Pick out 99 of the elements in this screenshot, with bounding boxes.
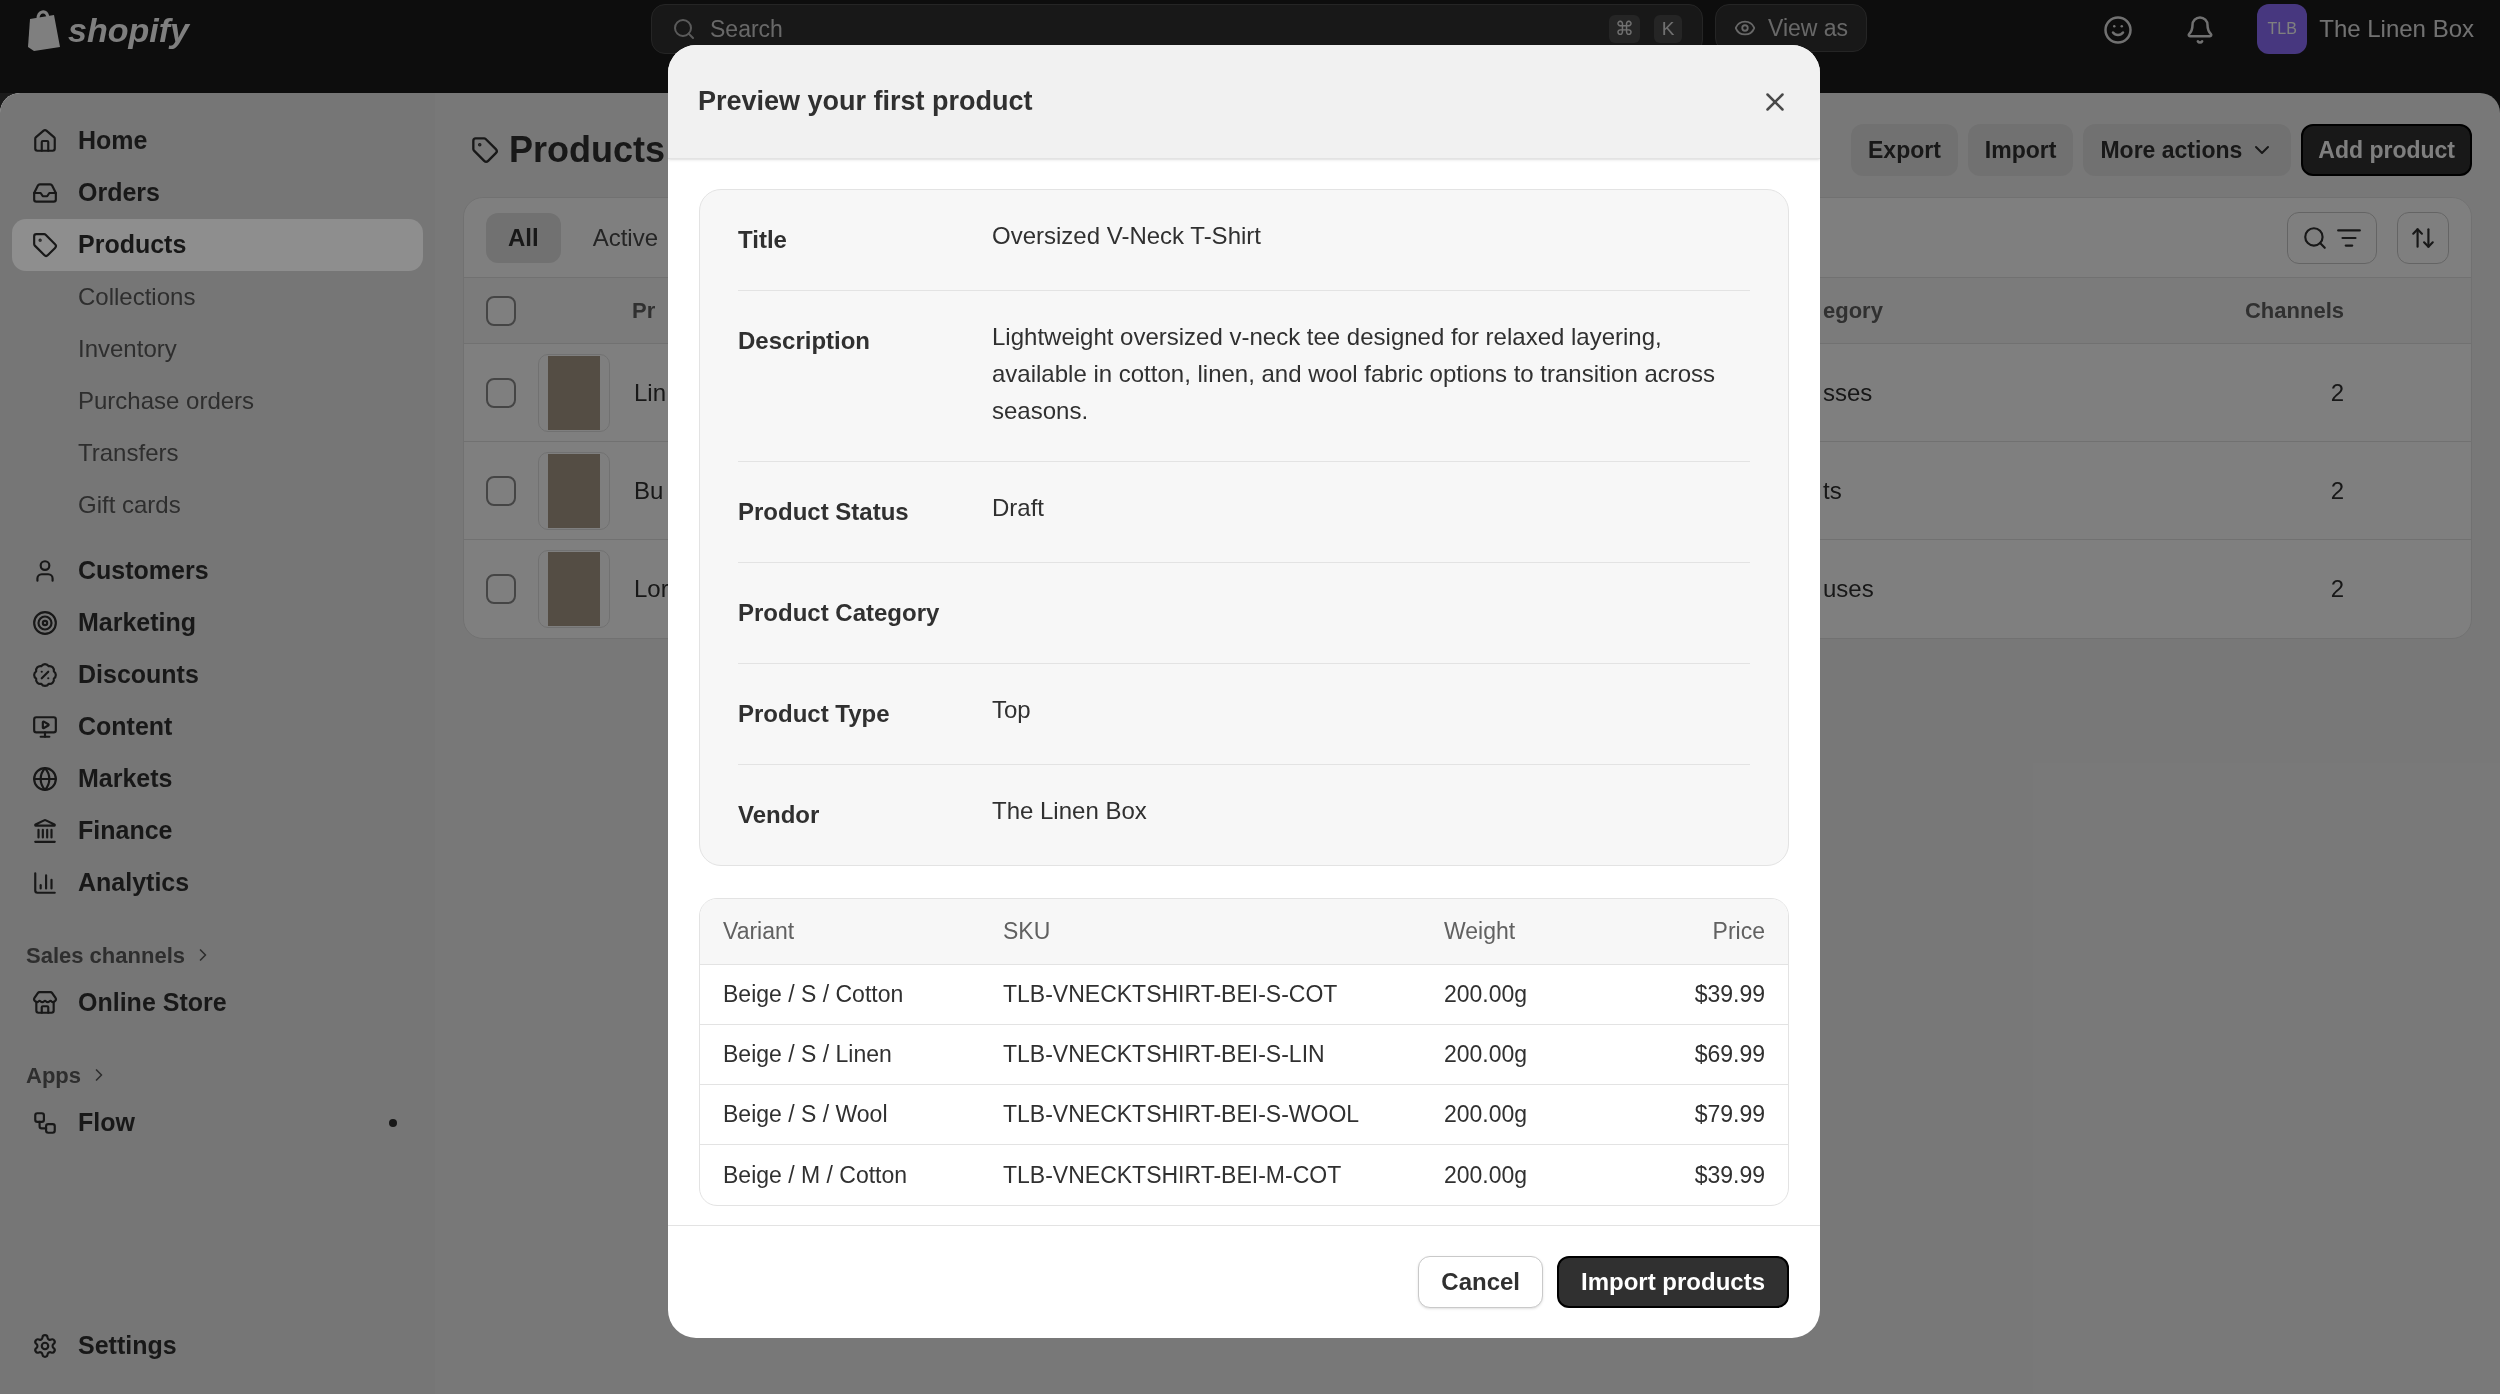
- sidebar-subitem[interactable]: Transfers: [12, 427, 423, 479]
- detail-label: Product Status: [738, 497, 910, 527]
- detail-label: Title: [738, 225, 788, 255]
- tag-icon: [471, 136, 499, 164]
- settings-item[interactable]: Settings: [12, 1320, 423, 1372]
- sidebar-item[interactable]: Customers: [12, 545, 423, 597]
- nav-icon: [32, 128, 58, 154]
- table-cell-text: 200.00g: [1444, 980, 1529, 1010]
- action-button[interactable]: Export: [1851, 124, 1958, 176]
- table-cell-text: 2: [2329, 475, 2345, 506]
- table-cell-text: 2: [2329, 574, 2345, 604]
- detail-value: The Linen Box: [992, 796, 1148, 826]
- detail-label: Vendor: [738, 800, 821, 830]
- search-input[interactable]: Search: [710, 14, 1595, 44]
- keyboard-key: K: [1654, 15, 1682, 43]
- nav-icon: [32, 870, 58, 896]
- table-cell-text: TLB-VNECKTSHIRT-BEI-S-WOOL: [1003, 1100, 1361, 1130]
- sidebar-item[interactable]: Marketing: [12, 597, 423, 649]
- detail-label: Product Category: [738, 598, 941, 628]
- search-filter-button[interactable]: [2287, 211, 2377, 264]
- sidebar-item[interactable]: Products: [12, 219, 423, 271]
- column-header: Price: [1711, 917, 1765, 947]
- nav-icon: [32, 990, 58, 1016]
- table-cell-text: 2: [2329, 377, 2345, 408]
- checkbox[interactable]: [486, 574, 516, 604]
- nav-icon: [32, 662, 58, 688]
- sidebar-item[interactable]: Discounts: [12, 649, 423, 701]
- column-header: SKU: [1003, 917, 1052, 947]
- face-icon[interactable]: [2103, 15, 2134, 45]
- nav-icon: [32, 714, 58, 740]
- table-cell-text: Beige / M / Cotton: [723, 1160, 909, 1190]
- sidebar-subitem[interactable]: Gift cards: [12, 479, 423, 531]
- table-cell-text: sses: [1823, 377, 1874, 408]
- search-icon: [672, 17, 696, 41]
- logo-wordmark: shopify: [68, 9, 189, 51]
- table-cell-text: Beige / S / Cotton: [723, 980, 905, 1010]
- table-cell-text: TLB-VNECKTSHIRT-BEI-M-COT: [1003, 1160, 1343, 1190]
- detail-label: Description: [738, 326, 872, 356]
- settings-icon: [32, 1333, 58, 1359]
- keyboard-key: ⌘: [1609, 15, 1640, 43]
- table-cell-text: 200.00g: [1444, 1040, 1529, 1070]
- store-avatar: TLB: [2257, 4, 2308, 54]
- detail-value: Top: [992, 695, 1032, 725]
- page-title: Products: [509, 128, 666, 172]
- column-header: Variant: [723, 917, 796, 947]
- table-cell-text: 200.00g: [1444, 1100, 1529, 1130]
- table-cell-text: $39.99: [1693, 1160, 1765, 1190]
- sidebar-item[interactable]: Home: [12, 115, 423, 167]
- store-menu[interactable]: TLB The Linen Box: [2257, 4, 2474, 54]
- detail-value: Draft: [992, 493, 1045, 523]
- table-cell-text: TLB-VNECKTSHIRT-BEI-S-LIN: [1003, 1040, 1326, 1070]
- checkbox[interactable]: [486, 475, 516, 506]
- sidebar-item[interactable]: Online Store: [12, 977, 423, 1029]
- filter-tab[interactable]: All: [486, 212, 561, 263]
- nav-icon: [32, 766, 58, 792]
- nav-icon: [32, 610, 58, 636]
- sidebar-item[interactable]: Finance: [12, 805, 423, 857]
- nav-icon: [32, 180, 58, 206]
- sidebar-item[interactable]: Markets: [12, 753, 423, 805]
- table-cell-text: 200.00g: [1444, 1160, 1529, 1190]
- checkbox[interactable]: [486, 295, 516, 326]
- section-heading[interactable]: Apps: [12, 1053, 423, 1097]
- table-cell-text: ts: [1823, 475, 1843, 506]
- sidebar-item[interactable]: Analytics: [12, 857, 423, 909]
- action-button[interactable]: Add product: [2301, 124, 2472, 176]
- sidebar-item[interactable]: Content: [12, 701, 423, 753]
- detail-value: Oversized V-Neck T-Shirt: [992, 221, 1262, 251]
- table-cell-text: uses: [1823, 574, 1875, 604]
- search-icon: [2302, 224, 2328, 251]
- column-header: Weight: [1444, 917, 1517, 947]
- sidebar-subitem[interactable]: Collections: [12, 271, 423, 323]
- table-cell-text: $79.99: [1693, 1100, 1765, 1130]
- table-cell-text: Beige / S / Linen: [723, 1040, 893, 1070]
- sidebar-item[interactable]: Orders: [12, 167, 423, 219]
- checkbox[interactable]: [486, 377, 516, 408]
- view-as-button[interactable]: View as: [1715, 4, 1868, 52]
- column-header[interactable]: Channels: [2231, 294, 2471, 327]
- filter-tab[interactable]: Active: [570, 212, 681, 263]
- import-products-button[interactable]: Import products: [1557, 1256, 1789, 1308]
- detail-value: Lightweight oversized v-neck tee designed for relaxed layering, available in cotton, linen, and wool fabric options to transition across seasons.: [992, 322, 1717, 426]
- column-header[interactable]: egory: [1823, 294, 2231, 327]
- table-cell-text: TLB-VNECKTSHIRT-BEI-S-COT: [1003, 980, 1339, 1010]
- shopping-bag-logo-icon: [26, 9, 62, 51]
- nav-icon: [32, 232, 58, 258]
- sidebar-subitem[interactable]: Purchase orders: [12, 375, 423, 427]
- sidebar-subitem[interactable]: Inventory: [12, 323, 423, 375]
- section-heading[interactable]: Sales channels: [12, 933, 423, 977]
- nav-icon: [32, 818, 58, 844]
- table-cell-text: $39.99: [1693, 980, 1765, 1010]
- cancel-button[interactable]: Cancel: [1418, 1256, 1543, 1308]
- nav-icon: [32, 1110, 58, 1136]
- action-button[interactable]: More actions: [2083, 124, 2292, 176]
- detail-label: Product Type: [738, 699, 891, 729]
- sidebar-item[interactable]: Flow: [12, 1097, 423, 1149]
- sort-button[interactable]: [2397, 211, 2449, 264]
- table-cell-text: Beige / S / Wool: [723, 1100, 889, 1130]
- table-cell-text: $69.99: [1693, 1040, 1765, 1070]
- dialog-title: Preview your first product: [698, 85, 1034, 119]
- action-button[interactable]: Import: [1967, 124, 2074, 176]
